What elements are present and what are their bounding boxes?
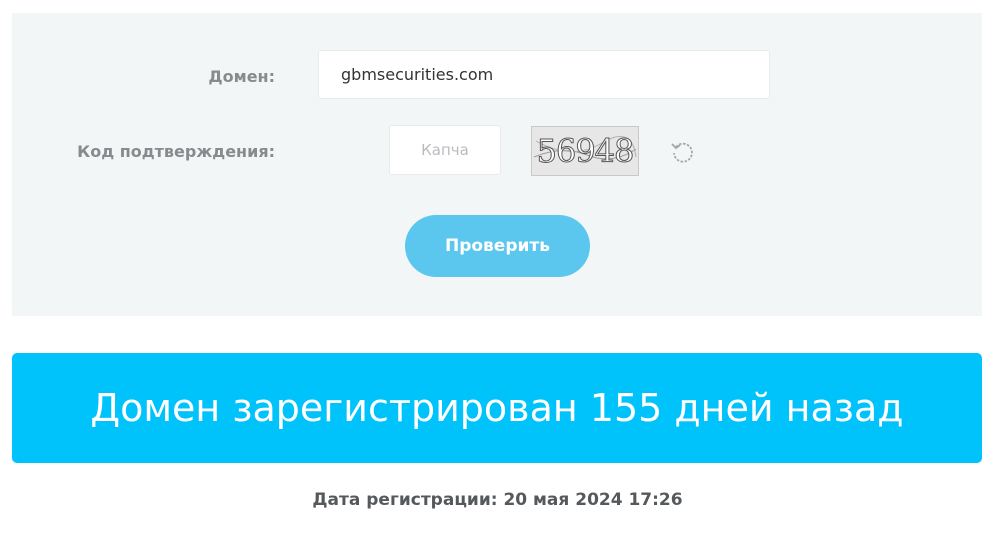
result-banner: Домен зарегистрирован 155 дней назад (12, 353, 982, 463)
captcha-graphic: 56948 (533, 132, 637, 171)
check-button[interactable]: Проверить (405, 215, 590, 277)
result-headline: Домен зарегистрирован 155 дней назад (90, 386, 904, 430)
captcha-text: 56948 (537, 132, 634, 170)
refresh-icon[interactable] (669, 138, 697, 166)
domain-label: Домен: (208, 67, 275, 86)
captcha-label: Код подтверждения: (77, 142, 275, 161)
registration-date: Дата регистрации: 20 мая 2024 17:26 (312, 490, 683, 510)
captcha-image: 56948 (531, 126, 639, 176)
domain-check-form: Домен: Код подтверждения: 56948 Проверит… (12, 13, 982, 316)
domain-input[interactable] (318, 50, 770, 99)
captcha-input[interactable] (389, 125, 501, 175)
